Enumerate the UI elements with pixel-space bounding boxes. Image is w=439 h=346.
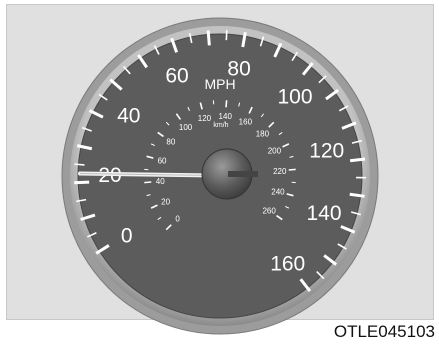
- unit-label-mph: MPH: [204, 76, 235, 92]
- speedometer-gauge: 020406080100120140160 020406080100120140…: [61, 17, 379, 335]
- mph-label: 0: [121, 224, 133, 247]
- kmh-tick: [225, 100, 228, 108]
- kmh-label: 80: [166, 138, 175, 147]
- mph-label: 100: [277, 86, 312, 109]
- kmh-label: 140: [219, 112, 233, 121]
- outer-tick: [74, 163, 85, 166]
- kmh-label: 260: [262, 206, 276, 215]
- kmh-label: 240: [271, 188, 285, 197]
- figure-code: OTLE045103: [333, 322, 435, 341]
- kmh-label: 220: [273, 167, 287, 176]
- mph-label: 160: [270, 253, 305, 276]
- kmh-label: 20: [161, 197, 170, 206]
- kmh-label: 40: [156, 177, 165, 186]
- outer-tick: [74, 180, 90, 185]
- unit-label-kmh: km/h: [213, 122, 228, 129]
- kmh-label: 160: [239, 118, 253, 127]
- mph-label: 40: [117, 104, 140, 127]
- kmh-label: 200: [268, 147, 282, 156]
- kmh-label: 60: [158, 156, 167, 165]
- kmh-label: 0: [175, 214, 180, 223]
- mph-label: 60: [165, 65, 188, 88]
- kmh-label: 180: [256, 130, 270, 139]
- outer-tick: [349, 192, 365, 198]
- outer-tick: [206, 30, 211, 46]
- outer-tick: [349, 157, 366, 163]
- mph-label: 140: [306, 202, 341, 225]
- kmh-tick: [288, 168, 296, 171]
- mph-label: 120: [309, 139, 344, 162]
- kmh-tick: [144, 181, 152, 184]
- kmh-label: 120: [198, 114, 212, 123]
- kmh-label: 100: [179, 123, 193, 132]
